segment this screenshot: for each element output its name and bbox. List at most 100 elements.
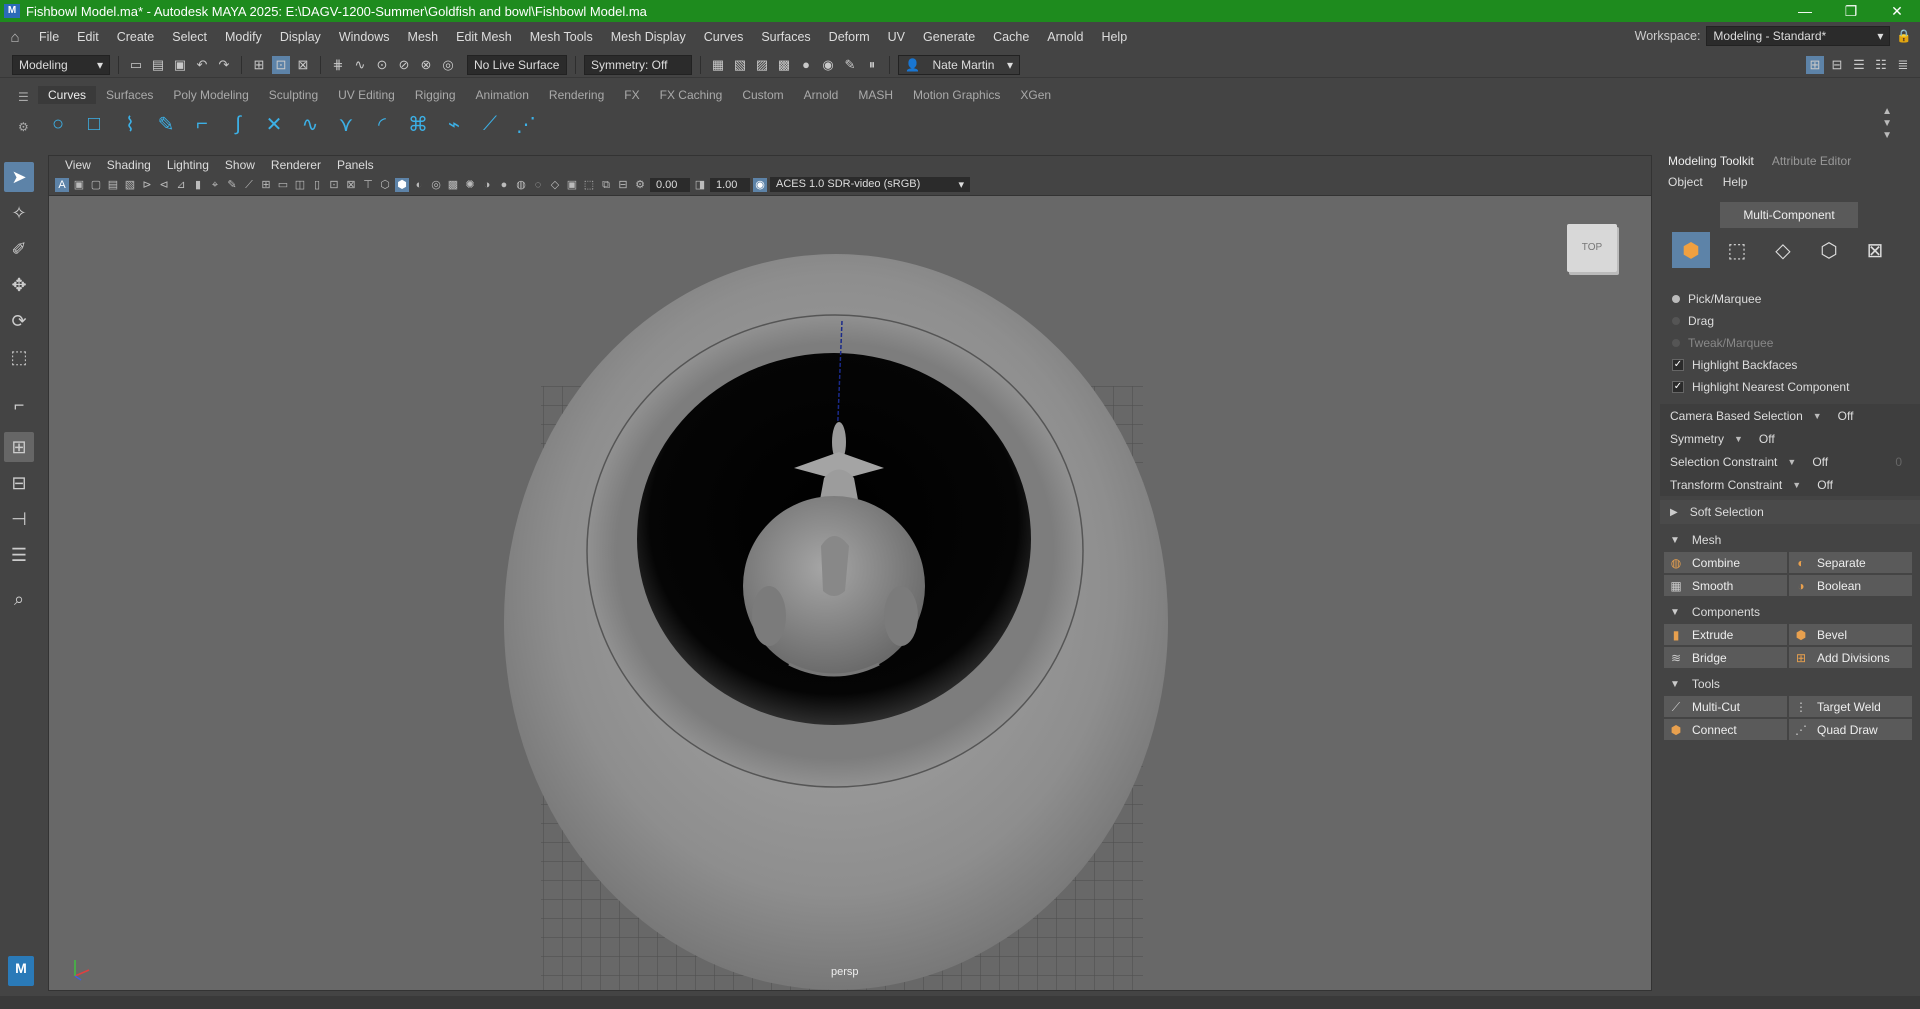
menu-display[interactable]: Display [271, 30, 330, 44]
menu-edit[interactable]: Edit [68, 30, 108, 44]
shelf-tab-sculpting[interactable]: Sculpting [259, 86, 328, 104]
gamma-icon[interactable]: ◨ [693, 178, 707, 192]
tab-attribute-editor[interactable]: Attribute Editor [1772, 154, 1851, 168]
modeling-toolkit-toggle-icon[interactable]: ⊞ [1806, 55, 1824, 74]
snap-view-icon[interactable]: ⊘ [395, 56, 413, 74]
tools-section-header[interactable]: ▼ Tools [1660, 672, 1920, 696]
move-tool-icon[interactable]: ✥ [4, 270, 34, 300]
multi-cut-button[interactable]: ⟋ Multi-Cut [1664, 696, 1787, 717]
wireframe-on-shaded-icon[interactable]: ◎ [429, 178, 443, 192]
view-transform-dropdown[interactable]: ACES 1.0 SDR-video (sRGB) ▾ [770, 177, 970, 192]
tool-settings-toggle-icon[interactable]: ☰ [1850, 56, 1868, 74]
grease-pencil-icon[interactable]: ⊳ [140, 178, 154, 192]
open-scene-icon[interactable]: ▤ [149, 56, 167, 74]
2d-pan-zoom-icon[interactable]: ▧ [123, 178, 137, 192]
field-toggle-icon[interactable]: ⊡ [327, 178, 341, 192]
two-view-layout-icon[interactable]: ⊣ [4, 504, 34, 534]
mesh-section-header[interactable]: ▼ Mesh [1660, 528, 1920, 552]
cv-curve-icon[interactable]: ⌇ [116, 110, 144, 138]
menu-uv[interactable]: UV [879, 30, 914, 44]
menu-help[interactable]: Help [1092, 30, 1136, 44]
select-object-icon[interactable]: ⊡ [272, 55, 290, 74]
3d-scene-canvas[interactable]: TOP persp [49, 196, 1651, 990]
menu-set-dropdown[interactable]: Modeling ▾ [12, 54, 110, 75]
shelf-tab-fx-caching[interactable]: FX Caching [650, 86, 733, 104]
nurbs-square-icon[interactable]: □ [80, 110, 108, 138]
panel-menu-help[interactable]: Help [1723, 175, 1748, 189]
shelf-menu-icon[interactable]: ☰ [18, 90, 29, 104]
outliner-layout-icon[interactable]: ☰ [4, 540, 34, 570]
menu-generate[interactable]: Generate [914, 30, 984, 44]
shelf-tab-fx[interactable]: FX [614, 86, 649, 104]
render-frame-icon[interactable]: ▧ [731, 56, 749, 74]
rotate-tool-icon[interactable]: ⟳ [4, 306, 34, 336]
menu-surfaces[interactable]: Surfaces [752, 30, 819, 44]
four-view-layout-icon[interactable]: ⊟ [4, 468, 34, 498]
exposure-field[interactable]: 0.00 [650, 177, 690, 192]
snap-live-icon[interactable]: ◎ [439, 56, 457, 74]
snap-grid-icon[interactable]: ⋕ [329, 56, 347, 74]
shelf-tab-arnold[interactable]: Arnold [794, 86, 849, 104]
shelf-tab-rendering[interactable]: Rendering [539, 86, 614, 104]
components-section-header[interactable]: ▼ Components [1660, 600, 1920, 624]
menu-mesh[interactable]: Mesh [399, 30, 448, 44]
tab-modeling-toolkit[interactable]: Modeling Toolkit [1668, 154, 1754, 168]
pick-marquee-option[interactable]: Pick/Marquee [1660, 288, 1920, 310]
menu-edit-mesh[interactable]: Edit Mesh [447, 30, 521, 44]
save-scene-icon[interactable]: ▣ [171, 56, 189, 74]
panel-menu-object[interactable]: Object [1668, 175, 1703, 189]
new-scene-icon[interactable]: ▭ [127, 56, 145, 74]
curve-fillet-icon[interactable]: ⟋ [476, 110, 504, 138]
channel-box-toggle-icon[interactable]: ☷ [1872, 56, 1890, 74]
resolution-gate-icon[interactable]: ⊿ [174, 178, 188, 192]
undo-icon[interactable]: ↶ [193, 56, 211, 74]
snap-curve-icon[interactable]: ∿ [351, 56, 369, 74]
safe-action-icon[interactable]: ✎ [225, 178, 239, 192]
single-perspective-layout-icon[interactable]: ⊞ [4, 432, 34, 462]
camera-attributes-icon[interactable]: ▣ [72, 178, 86, 192]
xray-icon[interactable]: ⬚ [582, 178, 596, 192]
menu-mesh-tools[interactable]: Mesh Tools [521, 30, 602, 44]
menu-mesh-display[interactable]: Mesh Display [602, 30, 695, 44]
layers-toggle-icon[interactable]: ≣ [1894, 56, 1912, 74]
nurbs-circle-icon[interactable]: ○ [44, 110, 72, 138]
shelf-settings-icon[interactable]: ⚙ [18, 120, 29, 134]
curve-attach-icon[interactable]: ⌘ [404, 110, 432, 138]
image-plane-icon[interactable]: ▤ [106, 178, 120, 192]
viewport-menu-panels[interactable]: Panels [329, 158, 382, 172]
wireframe-icon[interactable]: ⬡ [378, 178, 392, 192]
curve-detach-icon[interactable]: ⌁ [440, 110, 468, 138]
viewcube[interactable]: TOP [1567, 224, 1617, 272]
select-camera-icon[interactable]: A [55, 177, 69, 192]
light-editor-icon[interactable]: ✎ [841, 56, 859, 74]
attribute-editor-toggle-icon[interactable]: ⊟ [1828, 56, 1846, 74]
film-gate-toggle-icon[interactable]: ▭ [276, 178, 290, 192]
render-setup-icon[interactable]: ◉ [819, 56, 837, 74]
curve-intersect-icon[interactable]: ✕ [260, 110, 288, 138]
workspace-dropdown[interactable]: Modeling - Standard* ▾ [1706, 26, 1891, 46]
render-view-icon[interactable]: ▦ [709, 56, 727, 74]
gamma-field[interactable]: 1.00 [710, 177, 750, 192]
connect-button[interactable]: ⬢ Connect [1664, 719, 1787, 740]
ambient-occlusion-icon[interactable]: ● [497, 178, 511, 192]
lock-icon[interactable]: 🔒 [1896, 29, 1912, 44]
ipr-render-icon[interactable]: ▨ [753, 56, 771, 74]
shelf-tab-uv-editing[interactable]: UV Editing [328, 86, 405, 104]
quad-draw-button[interactable]: ⋰ Quad Draw [1789, 719, 1912, 740]
camera-based-selection-row[interactable]: Camera Based Selection ▼ Off [1660, 404, 1920, 427]
xray-joints-icon[interactable]: ⧉ [599, 178, 613, 192]
shelf-tab-animation[interactable]: Animation [466, 86, 539, 104]
menu-select[interactable]: Select [163, 30, 216, 44]
redo-icon[interactable]: ↷ [215, 56, 233, 74]
menu-create[interactable]: Create [108, 30, 164, 44]
curve-sine-icon[interactable]: ∿ [296, 110, 324, 138]
home-icon[interactable]: ⌂ [0, 29, 30, 46]
select-tool-icon[interactable]: ➤ [4, 162, 34, 192]
object-mode-icon[interactable]: ⬢ [1672, 232, 1710, 268]
symmetry-row[interactable]: Symmetry ▼ Off [1660, 427, 1920, 450]
search-icon[interactable]: ⌕ [4, 584, 34, 614]
combine-button[interactable]: ◍ Combine [1664, 552, 1787, 573]
shadows-icon[interactable]: ◑ [480, 178, 494, 192]
shelf-tab-poly-modeling[interactable]: Poly Modeling [163, 86, 258, 104]
transform-constraint-row[interactable]: Transform Constraint ▼ Off [1660, 473, 1920, 496]
